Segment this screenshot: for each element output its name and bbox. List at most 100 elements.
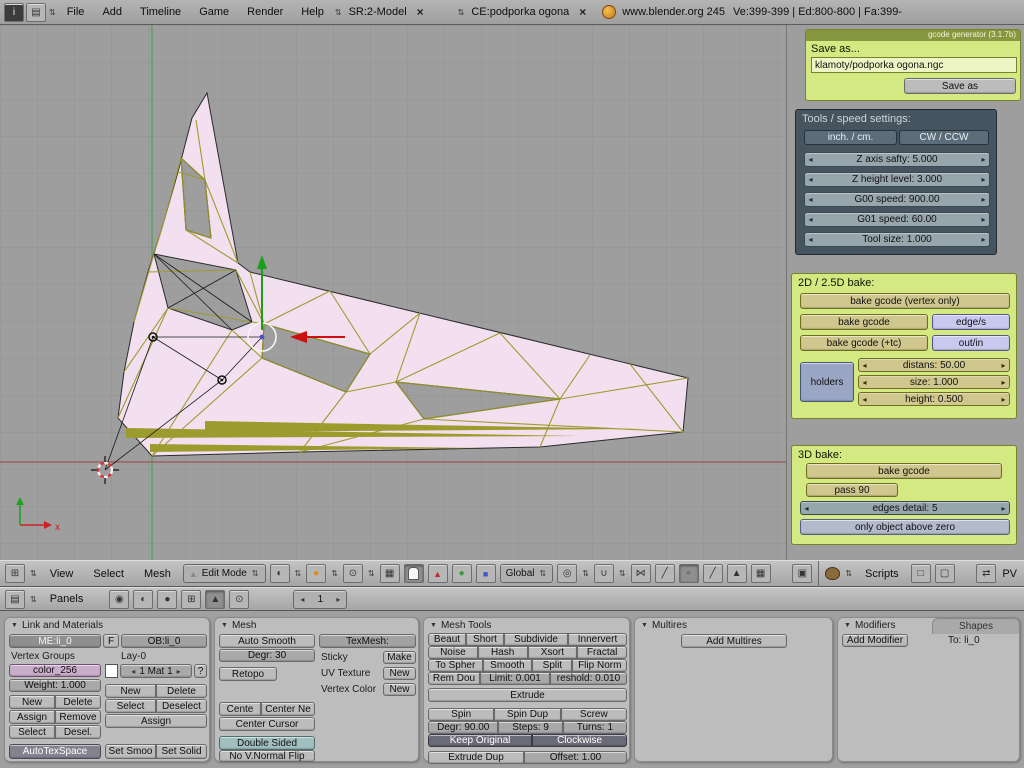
info-editor-icon[interactable]: i — [4, 3, 24, 22]
right-arrow-icon[interactable]: ▸ — [978, 175, 989, 184]
right-arrow-icon[interactable]: ▸ — [978, 215, 989, 224]
manipulator-hand-icon[interactable] — [404, 564, 424, 583]
fractal-button[interactable]: Fractal — [577, 646, 627, 659]
left-arrow-icon[interactable]: ◂ — [300, 595, 304, 604]
rotate-manipulator-icon[interactable]: ● — [452, 564, 472, 583]
panel-collapse-icon[interactable]: ▼ — [11, 622, 18, 629]
material-new-button[interactable]: New — [105, 684, 156, 698]
spin-dup-button[interactable]: Spin Dup — [494, 708, 560, 721]
clockwise-toggle[interactable]: Clockwise — [532, 734, 627, 747]
logic-context-icon[interactable]: ◉ — [109, 590, 129, 609]
texmesh-field[interactable]: TexMesh: — [319, 634, 416, 648]
vertex-group-name-field[interactable]: color_256 — [9, 664, 101, 677]
limit-field[interactable]: Limit: 0.001 — [480, 672, 550, 685]
shapes-tab[interactable]: Shapes — [932, 618, 1020, 634]
window-type-icon[interactable]: ▤ — [26, 3, 46, 22]
edge-select-mode-icon[interactable]: ╱ — [703, 564, 723, 583]
scene-selector[interactable]: CE:podporka ogona — [467, 6, 573, 18]
falloff-icon[interactable]: ∪ — [594, 564, 614, 583]
left-arrow-icon[interactable]: ◂ — [859, 395, 870, 404]
right-arrow-icon[interactable]: ▸ — [177, 667, 181, 676]
scripts-monkey-icon[interactable] — [825, 567, 840, 580]
degr-field[interactable]: Degr: 30 — [219, 649, 315, 662]
vertex-color-new-button[interactable]: New — [383, 683, 416, 696]
g01-speed-slider[interactable]: ◂G01 speed: 60.00▸ — [804, 212, 990, 227]
xsort-button[interactable]: Xsort — [528, 646, 578, 659]
holders-height-slider[interactable]: ◂height: 0.500▸ — [858, 392, 1010, 406]
g00-speed-slider[interactable]: ◂G00 speed: 900.00▸ — [804, 192, 990, 207]
draw-mode-icon[interactable]: ◐ — [270, 564, 290, 583]
right-arrow-icon[interactable]: ▸ — [998, 378, 1009, 387]
shading-context-icon[interactable]: ● — [157, 590, 177, 609]
vertex-select-mode-icon[interactable]: ▫ — [679, 564, 699, 583]
proportional-edit-icon[interactable]: ◎ — [557, 564, 577, 583]
panel-collapse-icon[interactable]: ▼ — [221, 622, 228, 629]
holders-size-slider[interactable]: ◂size: 1.000▸ — [858, 375, 1010, 389]
left-arrow-icon[interactable]: ◂ — [805, 155, 816, 164]
translate-manipulator-icon[interactable]: ▲ — [428, 564, 448, 583]
menu-scripts[interactable]: Scripts — [857, 568, 907, 580]
tool-size-slider[interactable]: ◂Tool size: 1.000▸ — [804, 232, 990, 247]
z-height-level-slider[interactable]: ◂Z height level: 3.000▸ — [804, 172, 990, 187]
right-arrow-icon[interactable]: ▸ — [978, 155, 989, 164]
innervert-button[interactable]: Innervert — [568, 633, 627, 646]
edges-detail-slider[interactable]: ◂edges detail: 5▸ — [800, 501, 1010, 515]
left-arrow-icon[interactable]: ◂ — [805, 195, 816, 204]
material-query-button[interactable]: ? — [194, 664, 207, 678]
right-arrow-icon[interactable]: ▸ — [978, 235, 989, 244]
offset-field[interactable]: Offset: 1.00 — [524, 751, 627, 764]
menu-file[interactable]: File — [59, 6, 93, 18]
material-select-button[interactable]: Select — [105, 699, 156, 713]
menu-render[interactable]: Render — [239, 6, 291, 18]
fake-user-button[interactable]: F — [103, 634, 119, 648]
knife-icon[interactable]: ╱ — [655, 564, 675, 583]
face-select-mode-icon[interactable]: ▲ — [727, 564, 747, 583]
left-arrow-icon[interactable]: ◂ — [805, 235, 816, 244]
scene-browse-icon[interactable]: ⇅ — [458, 8, 465, 17]
centre-new-button[interactable]: Center Ne — [261, 702, 315, 716]
double-sided-toggle[interactable]: Double Sided — [219, 736, 315, 750]
mirror-icon[interactable]: ⋈ — [631, 564, 651, 583]
menu-panels[interactable]: Panels — [42, 593, 92, 605]
noise-button[interactable]: Noise — [428, 646, 478, 659]
spin-button[interactable]: Spin — [428, 708, 494, 721]
shading-ball-icon[interactable]: ● — [306, 564, 326, 583]
short-button[interactable]: Short — [466, 633, 504, 646]
scene-close-icon[interactable]: × — [575, 5, 590, 19]
occlude-geometry-icon[interactable]: ▦ — [751, 564, 771, 583]
bake-gcode-button[interactable]: bake gcode — [800, 314, 928, 330]
render-preview-icon[interactable]: ▣ — [792, 564, 812, 583]
spin-degr-field[interactable]: Degr: 90.00 — [428, 721, 498, 734]
buttons-editor-type-icon[interactable]: ▤ — [5, 590, 25, 609]
steps-field[interactable]: Steps: 9 — [498, 721, 562, 734]
keep-original-toggle[interactable]: Keep Original — [428, 734, 532, 747]
editing-context-icon[interactable]: ▲ — [205, 590, 225, 609]
menu-add[interactable]: Add — [94, 6, 130, 18]
smooth-button[interactable]: Smooth — [483, 659, 533, 672]
menu-select[interactable]: Select — [85, 568, 132, 580]
viewport-editor-type-icon[interactable]: ⊞ — [5, 564, 25, 583]
right-arrow-icon[interactable]: ▸ — [978, 195, 989, 204]
screen-selector[interactable]: SR:2-Model — [345, 6, 411, 18]
set-smooth-button[interactable]: Set Smoo — [105, 744, 156, 759]
screw-button[interactable]: Screw — [561, 708, 627, 721]
selected-vertex[interactable] — [260, 335, 265, 340]
3d-viewport-canvas[interactable]: x — [0, 25, 786, 560]
screen-browse-icon[interactable]: ⇅ — [335, 8, 342, 17]
menu-timeline[interactable]: Timeline — [132, 6, 189, 18]
material-color-swatch[interactable] — [105, 664, 118, 678]
left-arrow-icon[interactable]: ◂ — [859, 361, 870, 370]
menu-game[interactable]: Game — [191, 6, 237, 18]
holders-button[interactable]: holders — [800, 362, 854, 402]
mode-dropdown[interactable]: ▲ Edit Mode ⇅ — [183, 564, 266, 583]
script-context-icon[interactable]: ◐ — [133, 590, 153, 609]
vgroup-deselect-button[interactable]: Desel. — [55, 725, 101, 739]
autotexspace-button[interactable]: AutoTexSpace — [9, 744, 101, 759]
sticky-make-button[interactable]: Make — [383, 651, 416, 664]
to-sphere-button[interactable]: To Spher — [428, 659, 483, 672]
left-arrow-icon[interactable]: ◂ — [131, 667, 135, 676]
edges-toggle[interactable]: edge/s — [932, 314, 1010, 330]
hash-button[interactable]: Hash — [478, 646, 528, 659]
bake-gcode-vertex-only-button[interactable]: bake gcode (vertex only) — [800, 293, 1010, 309]
orientation-dropdown[interactable]: Global ⇅ — [500, 564, 554, 583]
